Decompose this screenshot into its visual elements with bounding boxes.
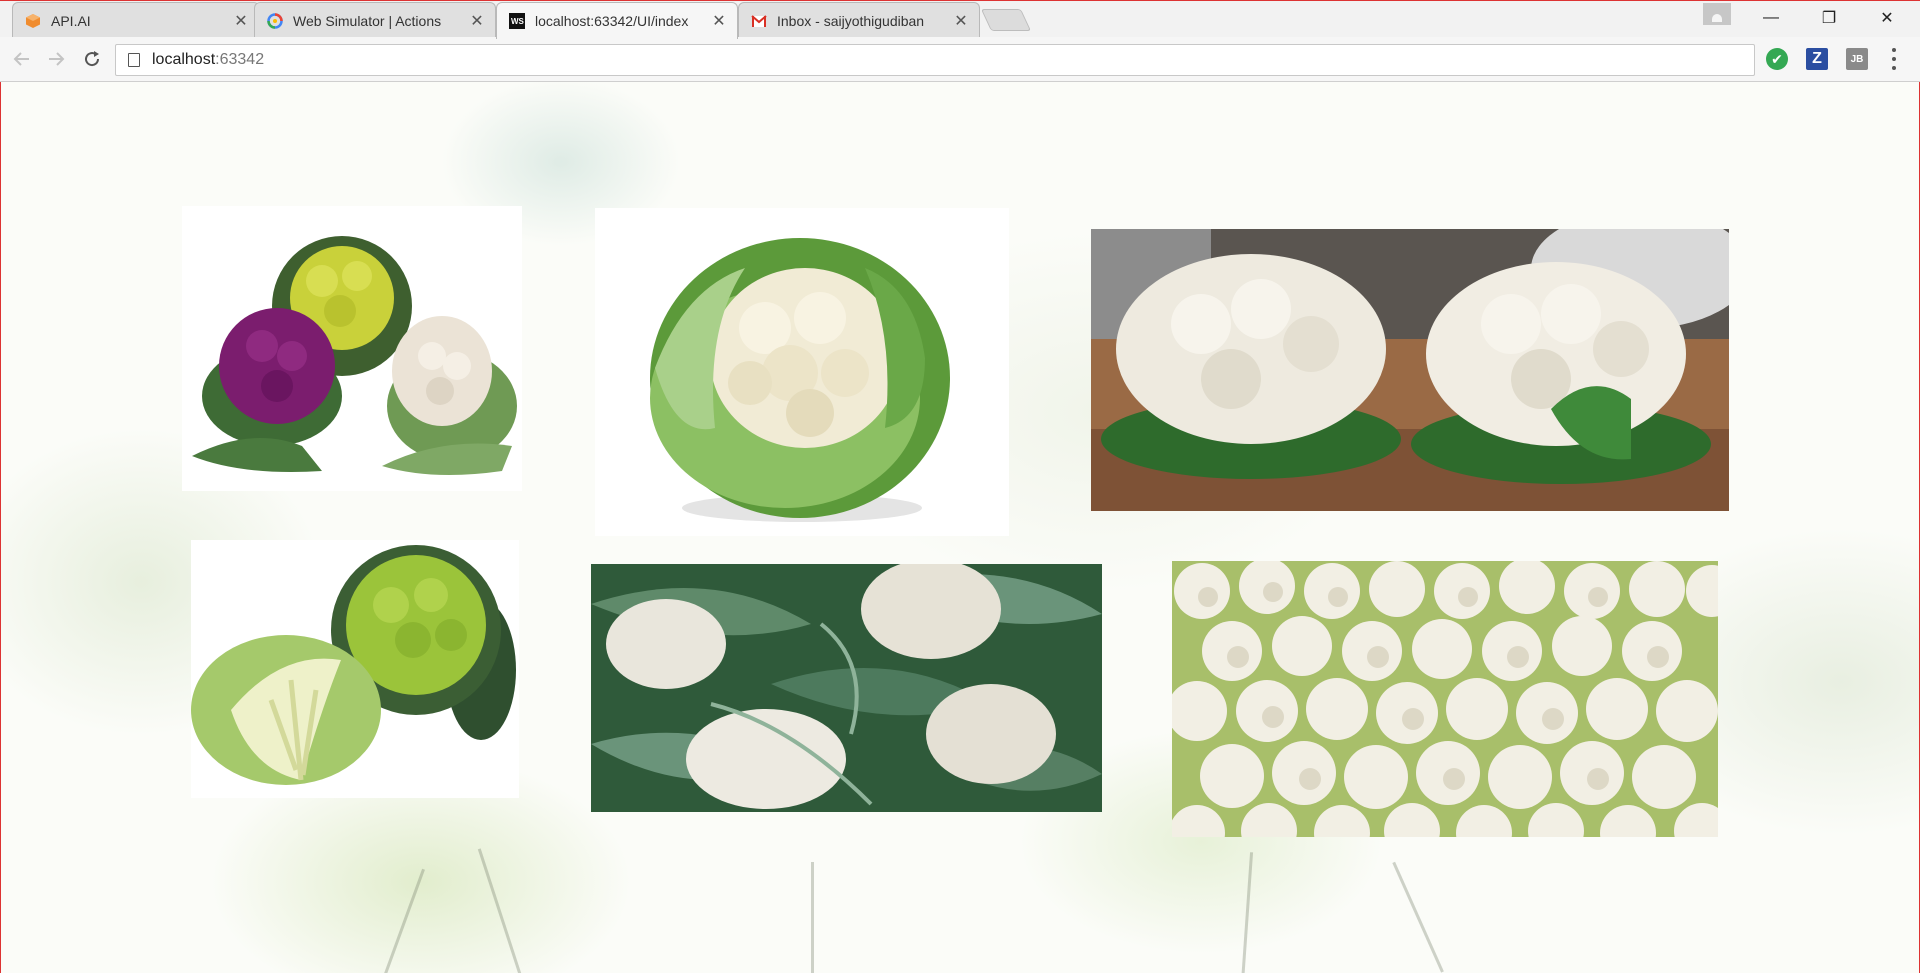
cauliflower-varieties-image (182, 206, 522, 491)
new-tab-button[interactable] (980, 9, 1032, 31)
background-stem (477, 848, 524, 973)
background-stem (1392, 861, 1444, 973)
background-stem (811, 862, 814, 973)
tab-strip: API.AI ✕ Web Simulator | Actions ✕ WS lo… (0, 0, 1920, 39)
address-port: :63342 (215, 51, 265, 68)
background-stem (381, 868, 425, 973)
green-romanesco-image (191, 540, 519, 798)
minimize-button[interactable]: — (1742, 1, 1800, 35)
tab-title: Web Simulator | Actions (293, 12, 442, 29)
tab-title: Inbox - saijyothigudiban (777, 12, 925, 29)
address-host: localhost (152, 51, 216, 68)
profile-avatar-icon[interactable] (1703, 3, 1731, 25)
back-arrow-icon[interactable] (8, 45, 36, 73)
cauliflower-field-image (591, 564, 1102, 812)
google-icon (267, 12, 283, 29)
cauliflower-pile-image (1172, 561, 1718, 837)
webstorm-icon: WS (509, 13, 525, 29)
forward-arrow-icon[interactable] (42, 45, 70, 73)
svg-text:WS: WS (511, 17, 525, 26)
z-extension-icon[interactable]: Z (1806, 48, 1828, 70)
close-window-button[interactable]: ✕ (1858, 1, 1916, 35)
page-viewport (0, 82, 1920, 973)
close-tab-icon[interactable]: ✕ (953, 11, 969, 31)
close-tab-icon[interactable]: ✕ (711, 11, 727, 31)
two-cauliflowers-on-board-image (1091, 229, 1729, 511)
browser-toolbar: localhost:63342 ✔ Z JB (0, 37, 1920, 82)
address-bar[interactable]: localhost:63342 (115, 44, 1755, 76)
page-info-icon[interactable] (128, 53, 140, 67)
tab-gmail-inbox[interactable]: Inbox - saijyothigudiban ✕ (738, 2, 980, 38)
browser-menu-icon[interactable] (1888, 46, 1900, 72)
tab-title: API.AI (51, 12, 91, 29)
close-tab-icon[interactable]: ✕ (469, 11, 485, 31)
jb-extension-icon[interactable]: JB (1846, 48, 1868, 70)
tab-web-simulator[interactable]: Web Simulator | Actions ✕ (254, 2, 496, 38)
restore-button[interactable]: ❐ (1800, 1, 1858, 35)
background-stem (1241, 852, 1254, 973)
gmail-icon (751, 13, 767, 29)
tab-localhost[interactable]: WS localhost:63342/UI/index ✕ (496, 2, 738, 39)
reload-icon[interactable] (78, 45, 106, 73)
tab-title: localhost:63342/UI/index (535, 13, 689, 29)
check-extension-icon[interactable]: ✔ (1766, 48, 1788, 70)
api-ai-icon (25, 13, 41, 29)
tab-api-ai[interactable]: API.AI ✕ (12, 2, 260, 38)
close-tab-icon[interactable]: ✕ (233, 11, 249, 31)
single-cauliflower-image (595, 208, 1009, 536)
